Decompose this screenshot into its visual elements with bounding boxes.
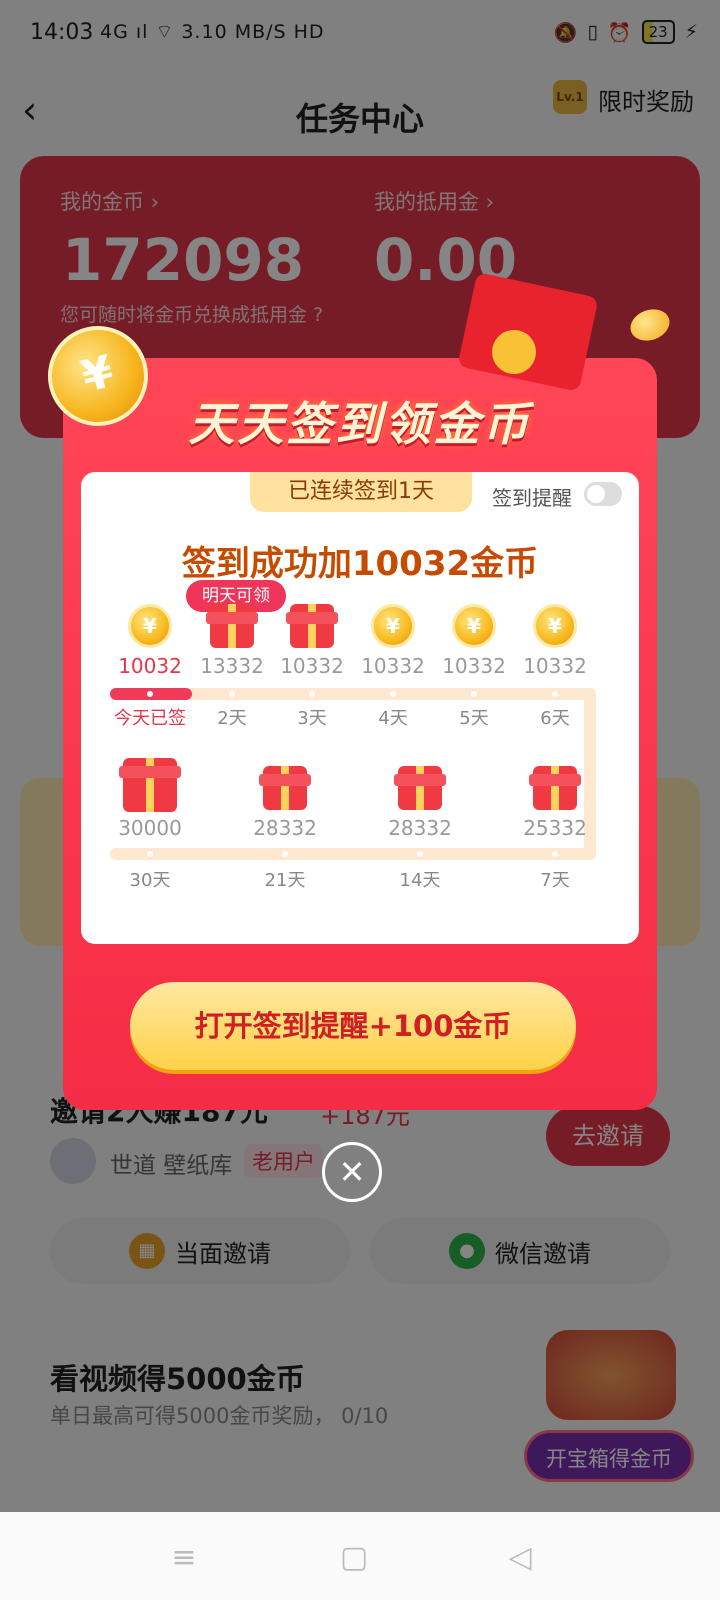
remind-toggle[interactable]: [584, 482, 622, 506]
day-reward-value: 10332: [280, 654, 344, 678]
day-reward-value: 30000: [118, 816, 182, 840]
day-label: 7天: [540, 870, 570, 891]
progress-dot: [417, 851, 423, 857]
coin-icon: ¥: [128, 604, 172, 648]
day-reward-value: 10332: [361, 654, 425, 678]
close-icon[interactable]: ✕: [322, 1142, 382, 1202]
progress-dot: [282, 851, 288, 857]
day-reward-value: 10032: [118, 654, 182, 678]
day-reward-value: 13332: [200, 654, 264, 678]
day-label: 2天: [217, 708, 247, 729]
home-icon[interactable]: ▢: [334, 1538, 374, 1578]
toggle-knob: [587, 485, 605, 503]
progress-dot: [552, 691, 558, 697]
coin-icon: ¥: [533, 604, 577, 648]
menu-icon[interactable]: ≡: [164, 1538, 204, 1578]
gift-icon: [394, 766, 446, 810]
day-reward-value: 28332: [253, 816, 317, 840]
day-reward-value: 10332: [442, 654, 506, 678]
gift-icon: [206, 604, 258, 648]
system-nav-bar: ≡ ▢ ◁: [0, 1512, 720, 1600]
day-label: 21天: [264, 870, 306, 891]
progress-dot: [390, 691, 396, 697]
progress-dot: [229, 691, 235, 697]
day-reward-value: 25332: [523, 816, 587, 840]
gift-icon: [119, 758, 181, 812]
day-label: 5天: [459, 708, 489, 729]
coin-icon: ¥: [371, 604, 415, 648]
streak-tab: 已连续签到1天: [250, 472, 472, 512]
remind-label: 签到提醒: [492, 486, 572, 510]
modal-title: 天天签到领金币: [188, 397, 532, 451]
day-reward-value: 28332: [388, 816, 452, 840]
gift-icon: [529, 766, 581, 810]
day-label: 6天: [540, 708, 570, 729]
day-label: 3天: [297, 708, 327, 729]
day-label: 30天: [129, 870, 171, 891]
progress-dot: [552, 851, 558, 857]
gift-icon: [259, 766, 311, 810]
progress-dot: [147, 691, 153, 697]
day-label: 14天: [399, 870, 441, 891]
success-message: 签到成功加10032金币: [181, 544, 539, 584]
progress-track-bottom: [110, 848, 596, 860]
back-nav-icon[interactable]: ◁: [500, 1538, 540, 1578]
day-label: 今天已签: [114, 708, 186, 729]
red-packet-coin-icon: [492, 330, 536, 374]
progress-dot: [471, 691, 477, 697]
progress-dot: [309, 691, 315, 697]
gift-icon: [286, 604, 338, 648]
progress-dot: [147, 851, 153, 857]
day-reward-value: 10332: [523, 654, 587, 678]
day-label: 4天: [378, 708, 408, 729]
enable-reminder-button[interactable]: 打开签到提醒+100金币: [130, 982, 576, 1070]
coin-icon: ¥: [452, 604, 496, 648]
